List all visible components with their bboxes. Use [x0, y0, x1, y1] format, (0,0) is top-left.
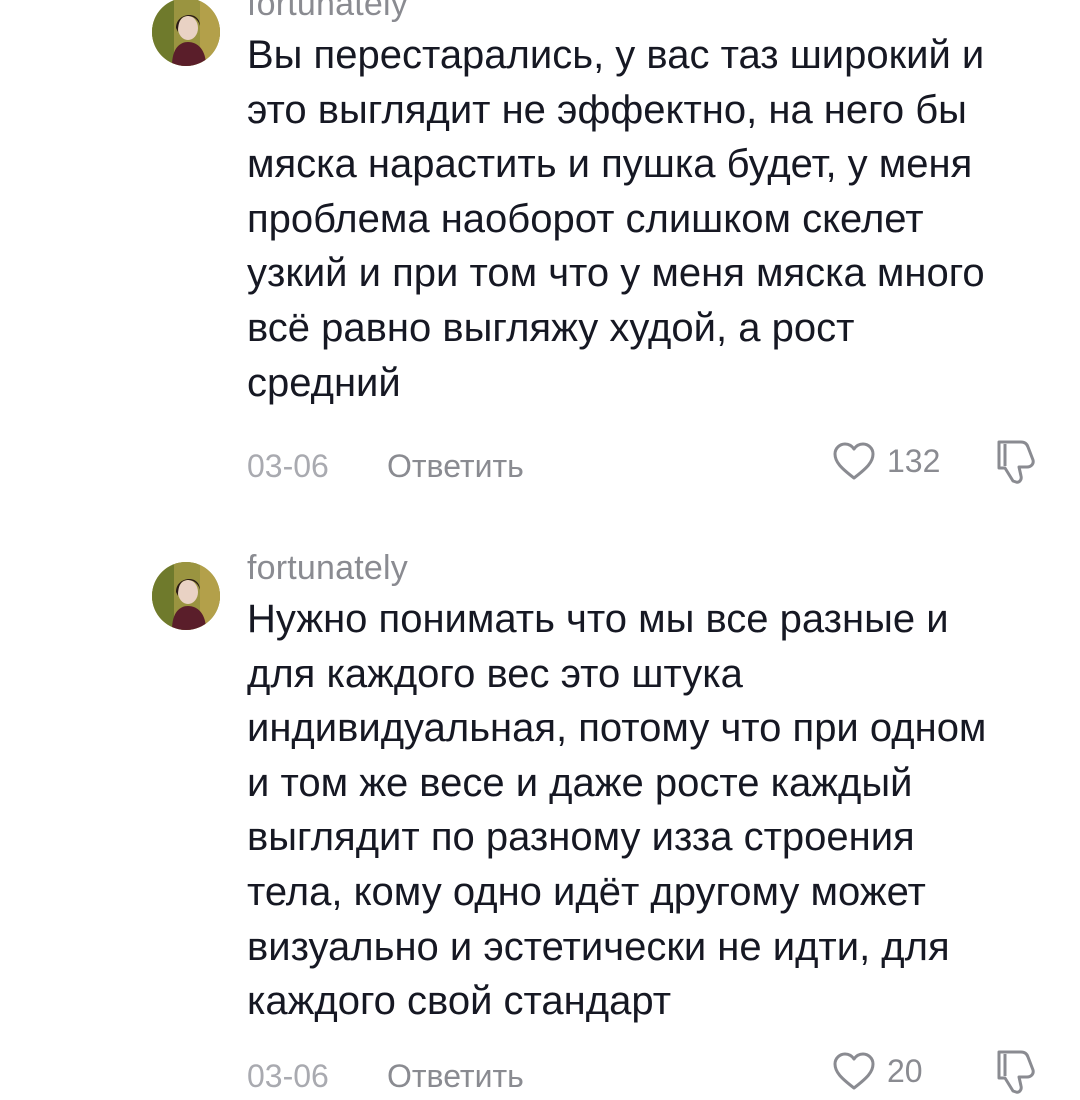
like-button[interactable]: 20 — [831, 1046, 923, 1096]
like-count: 132 — [887, 442, 941, 479]
comment-date: 03-06 — [247, 448, 329, 484]
reply-button[interactable]: Ответить — [387, 1052, 524, 1100]
dislike-button[interactable] — [991, 1046, 1043, 1096]
comment-username[interactable]: fortunately — [247, 546, 408, 590]
dislike-button[interactable] — [991, 436, 1043, 486]
comment-actions: 03-06 Ответить 20 — [247, 1050, 1057, 1100]
comment-username[interactable]: fortunately — [247, 0, 408, 26]
comment-date: 03-06 — [247, 1058, 329, 1094]
thumbs-down-icon — [997, 440, 1035, 484]
heart-icon — [833, 442, 875, 480]
thumbs-down-icon — [997, 1050, 1035, 1094]
like-button[interactable]: 132 — [831, 436, 940, 486]
like-count: 20 — [887, 1052, 923, 1089]
reply-button[interactable]: Ответить — [387, 442, 524, 490]
avatar[interactable] — [152, 0, 220, 66]
comment-text: Нужно понимать что мы все разные и для к… — [247, 597, 987, 1024]
avatar[interactable] — [152, 562, 220, 630]
comment-actions: 03-06 Ответить 132 — [247, 440, 1057, 490]
heart-icon — [833, 1052, 875, 1090]
comment-text: Вы перестарались, у вас таз широкий и эт… — [247, 33, 985, 405]
